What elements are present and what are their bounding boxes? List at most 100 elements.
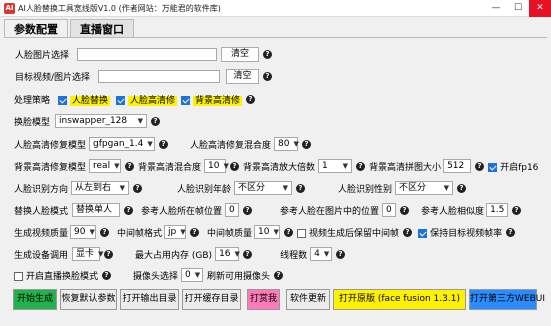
keep-fps-checkbox[interactable]: 保持目标视频帧率: [418, 226, 502, 239]
face-image-row: 人脸图片选择 清空 ?: [15, 47, 273, 62]
help-icon[interactable]: ?: [475, 161, 485, 171]
swap-model-select[interactable]: inswapper_128 ▼: [55, 114, 148, 128]
chevron-down-icon: ▼: [114, 162, 120, 170]
help-icon[interactable]: ?: [159, 139, 169, 149]
help-icon[interactable]: ?: [133, 183, 143, 193]
fp16-checkbox[interactable]: 开启fp16: [488, 160, 538, 173]
donate-button[interactable]: 打赏我: [247, 289, 280, 310]
device-value: 显卡: [76, 249, 95, 259]
help-icon[interactable]: ?: [100, 227, 110, 237]
strategy-row: 处理策略 人脸替换 人脸高清修 背景高清修 ?: [14, 93, 256, 106]
help-icon[interactable]: ?: [243, 249, 253, 259]
help-icon[interactable]: ?: [230, 161, 240, 171]
help-icon[interactable]: ?: [274, 270, 284, 280]
help-icon[interactable]: ?: [296, 183, 306, 193]
ref-pos-input[interactable]: 0: [382, 203, 397, 217]
face-gender-select[interactable]: 不区分 ▼: [395, 181, 454, 195]
tab-live[interactable]: 直播窗口: [70, 19, 134, 38]
keep-frames-checkbox[interactable]: 视频生成后保留中间帧: [297, 226, 399, 239]
threads-select[interactable]: 4 ▼: [310, 247, 333, 261]
help-icon[interactable]: ?: [336, 249, 346, 259]
help-icon[interactable]: ?: [243, 205, 253, 215]
chevron-down-icon: ▼: [137, 117, 144, 125]
strategy-label: 处理策略: [14, 96, 51, 106]
face-order-select[interactable]: 从左到右 ▼: [71, 181, 130, 195]
bg-scale-select[interactable]: 1 ▼: [318, 159, 353, 173]
help-icon[interactable]: ?: [246, 95, 256, 104]
help-icon[interactable]: ?: [403, 227, 413, 237]
strategy-face-enhance-option[interactable]: 人脸高清修: [116, 93, 178, 106]
help-icon[interactable]: ?: [263, 50, 273, 59]
swap-mode-select[interactable]: 替换单人: [72, 203, 121, 217]
maximize-button[interactable]: ☐: [507, 0, 529, 17]
close-button[interactable]: ✕: [529, 0, 551, 17]
enhance-blend-select[interactable]: 80 ▼: [274, 137, 299, 151]
help-icon[interactable]: ?: [512, 205, 522, 215]
strategy-bg-enhance-option[interactable]: 背景高清修: [181, 93, 243, 106]
quality-label: 生成视频质量: [14, 228, 69, 239]
max-mem-label: 最大占用内存 (GB): [135, 250, 213, 261]
mid-fmt-select[interactable]: jp ▼: [164, 225, 187, 239]
live-mode-label: 开启直播换脸模式: [26, 271, 99, 282]
help-icon[interactable]: ?: [263, 72, 273, 81]
bg-blend-label: 背景高清混合度: [138, 162, 202, 173]
mid-quality-select[interactable]: 10 ▼: [254, 225, 281, 239]
help-icon[interactable]: ?: [124, 205, 134, 215]
checkbox-icon: [58, 96, 68, 105]
start-button[interactable]: 开始生成: [13, 289, 57, 310]
bg-blend-select[interactable]: 10 ▼: [204, 159, 229, 173]
help-icon[interactable]: ?: [457, 183, 467, 193]
help-icon[interactable]: ?: [190, 227, 200, 237]
help-icon[interactable]: ?: [102, 270, 112, 280]
live-row: 开启直播换脸模式 ? 摄像头选择 0 ▼ 刷新可用摄像头 ?: [14, 268, 284, 282]
ref-sim-input[interactable]: 1.5: [486, 203, 509, 217]
update-button[interactable]: 软件更新: [286, 289, 330, 310]
mid-fmt-value: jp: [168, 227, 177, 237]
chevron-down-icon: ▼: [273, 228, 279, 236]
ref-pos-value: 0: [386, 205, 392, 215]
open-cache-button[interactable]: 打开缓存目录: [182, 289, 241, 310]
tab-params[interactable]: 参数配置: [4, 19, 68, 38]
face-age-select[interactable]: 不区分 ▼: [234, 181, 293, 195]
target-field[interactable]: [98, 70, 221, 83]
max-mem-select[interactable]: 16 ▼: [215, 247, 240, 261]
target-clear-button[interactable]: 清空: [226, 69, 260, 84]
face-age-label: 人脸识别年龄: [177, 184, 232, 195]
swap-mode-value: 替换单人: [76, 205, 113, 215]
bg-model-select[interactable]: real ▼: [89, 159, 122, 173]
bg-tile-select[interactable]: 512: [443, 159, 472, 173]
minimize-button[interactable]: —: [485, 0, 507, 17]
help-icon[interactable]: ?: [104, 249, 114, 259]
help-icon[interactable]: ?: [302, 139, 312, 149]
open-original-button[interactable]: 打开原版 (face fusion 1.3.1): [333, 289, 466, 310]
quality-select[interactable]: 90 ▼: [70, 225, 97, 239]
ref-frame-input[interactable]: 0: [225, 203, 240, 217]
help-icon[interactable]: ?: [400, 205, 410, 215]
strategy-swap-option[interactable]: 人脸替换: [58, 93, 111, 106]
open-output-button[interactable]: 打开输出目录: [120, 289, 179, 310]
bg-model-value: real: [93, 161, 111, 171]
open-webui-button[interactable]: 打开第三方WEBUI: [469, 289, 545, 310]
reset-defaults-button[interactable]: 恢复默认参数: [60, 289, 117, 310]
keep-fps-label: 保持目标视频帧率: [430, 228, 503, 239]
help-icon[interactable]: ?: [284, 227, 294, 237]
live-mode-checkbox[interactable]: 开启直播换脸模式: [14, 269, 98, 282]
help-icon[interactable]: ?: [356, 161, 366, 171]
device-select[interactable]: 显卡 ▼: [72, 247, 103, 261]
chevron-down-icon: ▼: [147, 140, 153, 148]
mid-quality-value: 10: [258, 227, 270, 237]
help-icon[interactable]: ?: [125, 161, 135, 171]
refresh-camera-button[interactable]: 刷新可用摄像头: [207, 269, 270, 282]
ref-frame-label: 参考人脸所在帧位置: [141, 206, 223, 217]
camera-select[interactable]: 0 ▼: [181, 268, 204, 282]
quality-row: 生成视频质量 90 ▼ ? 中间帧格式 jp ▼ ? 中间帧质量 10 ▼ ? 视频生…: [14, 225, 516, 239]
enhance-model-value: gfpgan_1.4: [93, 139, 144, 149]
help-icon[interactable]: ?: [506, 227, 516, 237]
threads-label: 线程数: [280, 250, 308, 261]
enhance-model-select[interactable]: gfpgan_1.4 ▼: [89, 137, 156, 151]
face-image-field[interactable]: [77, 48, 218, 61]
checkbox-icon: [181, 96, 191, 105]
camera-label: 摄像头选择: [133, 271, 179, 282]
help-icon[interactable]: ?: [151, 116, 161, 126]
face-image-clear-button[interactable]: 清空: [221, 47, 260, 62]
